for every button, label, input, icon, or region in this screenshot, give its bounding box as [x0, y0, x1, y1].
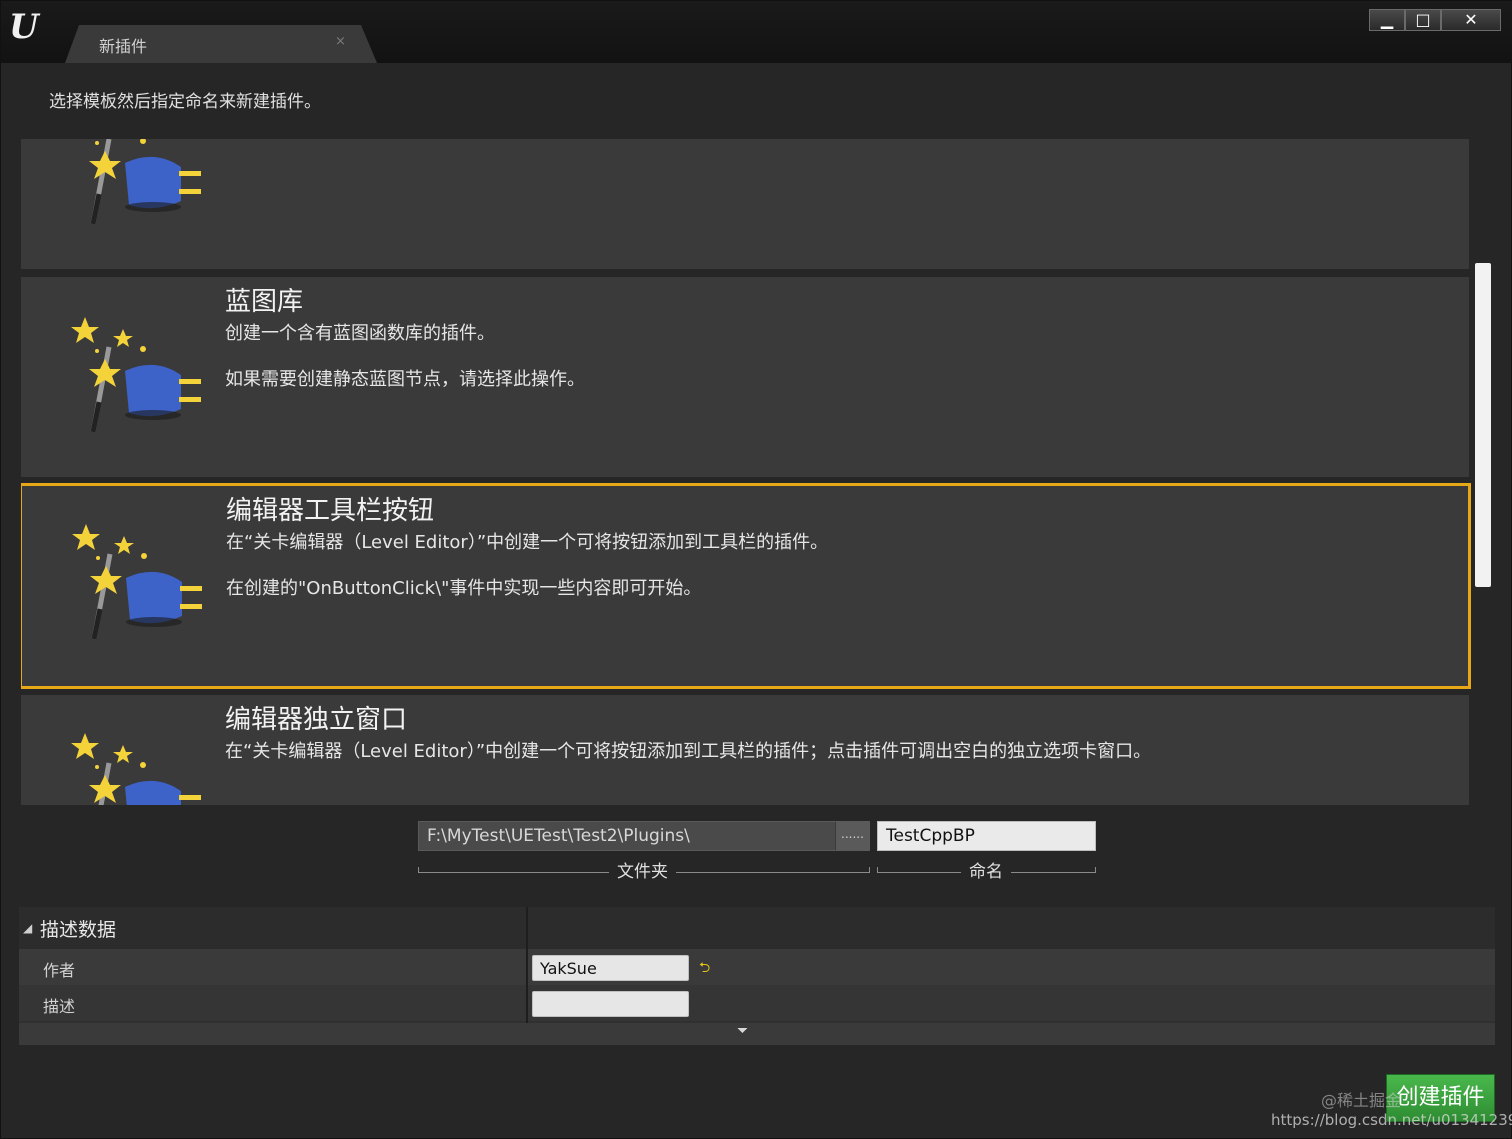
template-list: 蓝图库 创建一个含有蓝图函数库的插件。 如果需要创建静态蓝图节点，请选择此操作。…	[21, 139, 1471, 805]
tab-label: 新插件	[99, 37, 148, 56]
browse-folder-button[interactable]: ......	[835, 822, 869, 850]
template-title: 蓝图库	[225, 287, 304, 317]
unreal-logo-icon: U	[9, 7, 39, 47]
maximize-button[interactable]: □	[1405, 9, 1441, 31]
descriptor-data-title: 描述数据	[40, 919, 117, 941]
minimize-button[interactable]: ▁	[1369, 9, 1405, 31]
plugin-name-value: TestCppBP	[886, 826, 975, 846]
folder-caption: 文件夹	[609, 857, 676, 882]
author-value: YakSue	[540, 959, 597, 978]
template-list-scrollbar[interactable]	[1475, 263, 1491, 587]
name-caption: 命名	[961, 857, 1011, 882]
magic-wand-plug-icon	[72, 524, 202, 640]
plugin-name-input[interactable]: TestCppBP	[877, 821, 1096, 851]
template-description: 创建一个含有蓝图函数库的插件。	[225, 323, 495, 344]
show-advanced-bar[interactable]: ⏷	[19, 1023, 1495, 1045]
intro-text: 选择模板然后指定命名来新建插件。	[49, 92, 321, 112]
expand-down-icon[interactable]: ⏷	[737, 1023, 748, 1039]
template-description: 如果需要创建静态蓝图节点，请选择此操作。	[225, 369, 585, 390]
window-controls: ▁ □ ✕	[1369, 9, 1501, 31]
description-label: 描述	[43, 997, 76, 1016]
template-card-blueprint-library[interactable]: 蓝图库 创建一个含有蓝图函数库的插件。 如果需要创建静态蓝图节点，请选择此操作。	[21, 277, 1469, 477]
template-card-editor-toolbar-button[interactable]: 编辑器工具栏按钮 在“关卡编辑器（Level Editor）”中创建一个可将按钮…	[21, 483, 1471, 689]
magic-wand-plug-icon	[71, 733, 201, 805]
watermark-url: https://blog.csdn.net/u013412391	[1271, 1111, 1512, 1129]
template-title: 编辑器独立窗口	[225, 705, 408, 735]
watermark-text: @稀土掘金	[1321, 1091, 1402, 1110]
close-button[interactable]: ✕	[1441, 9, 1501, 31]
template-card-editor-standalone-window[interactable]: 编辑器独立窗口 在“关卡编辑器（Level Editor）”中创建一个可将按钮添…	[21, 695, 1469, 805]
new-plugin-window: U 新插件 × ▁ □ ✕ 选择模板然后指定命名来新建插件。 蓝图库 创建一个含…	[0, 0, 1512, 1139]
magic-wand-plug-icon	[71, 317, 201, 433]
folder-path-input[interactable]: F:\MyTest\UETest\Test2\Plugins\ ......	[418, 821, 870, 851]
tab-new-plugin[interactable]: 新插件 ×	[65, 25, 377, 63]
template-title: 编辑器工具栏按钮	[226, 496, 435, 526]
collapse-triangle-icon[interactable]: ◢	[23, 921, 32, 935]
template-card-blank[interactable]	[21, 139, 1469, 269]
reset-to-default-icon[interactable]: ⮌	[699, 957, 710, 981]
magic-wand-plug-icon	[89, 139, 201, 225]
description-input[interactable]	[532, 991, 689, 1017]
folder-path-value: F:\MyTest\UETest\Test2\Plugins\	[427, 826, 690, 846]
author-row: 作者 YakSue ⮌	[19, 949, 1495, 985]
descriptor-data-header[interactable]: ◢ 描述数据	[19, 907, 1495, 949]
author-label: 作者	[43, 961, 76, 980]
template-description: 在创建的"OnButtonClick\"事件中实现一些内容即可开始。	[226, 578, 702, 599]
template-description: 在“关卡编辑器（Level Editor）”中创建一个可将按钮添加到工具栏的插件…	[226, 532, 829, 553]
column-divider[interactable]	[526, 907, 528, 1023]
title-bar: U 新插件 × ▁ □ ✕	[1, 1, 1512, 63]
description-row: 描述	[19, 985, 1495, 1021]
descriptor-data-panel: ◢ 描述数据 作者 YakSue ⮌ 描述 ⏷	[19, 907, 1495, 1045]
template-description: 在“关卡编辑器（Level Editor）”中创建一个可将按钮添加到工具栏的插件…	[225, 741, 1152, 762]
author-input[interactable]: YakSue	[532, 955, 689, 981]
tab-close-icon[interactable]: ×	[335, 34, 346, 49]
